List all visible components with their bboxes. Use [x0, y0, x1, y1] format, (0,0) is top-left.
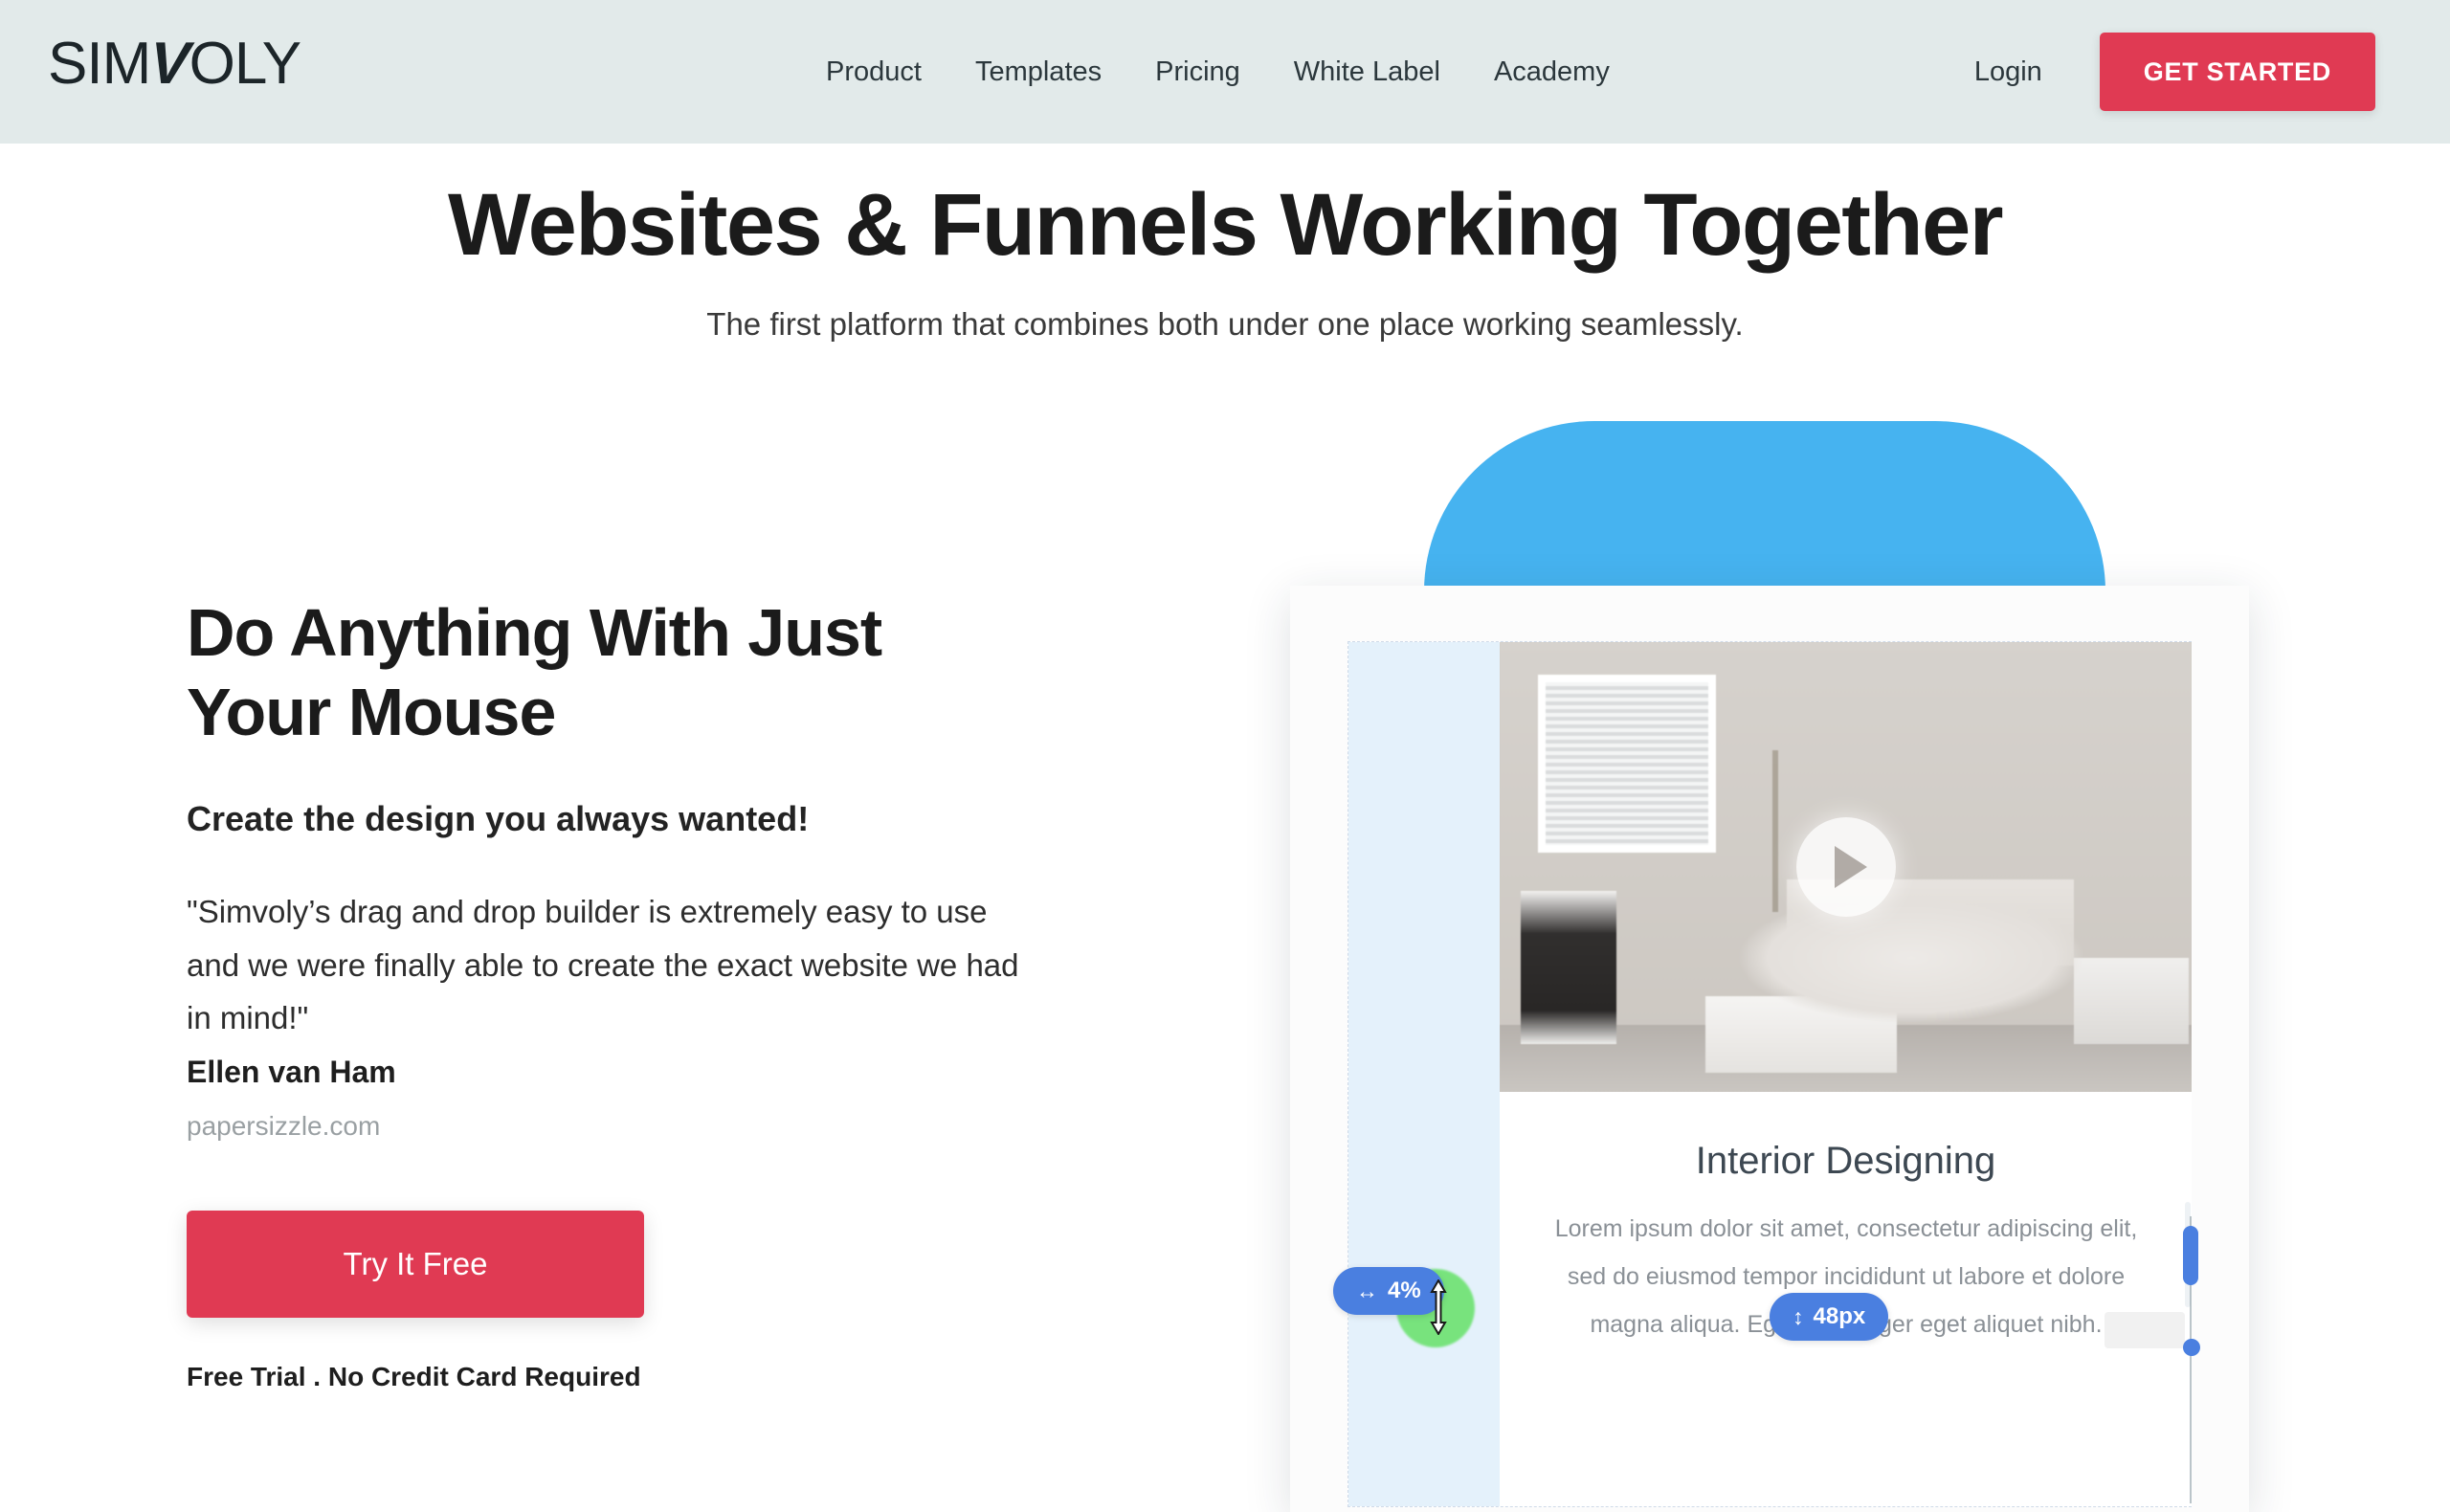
width-badge: ↔ 4% [1333, 1267, 1444, 1315]
main-navigation: Product Templates Pricing White Label Ac… [799, 0, 1637, 144]
site-header: SIM V OLY Product Templates Pricing White … [0, 0, 2450, 144]
right-anchor-dot[interactable] [2183, 1339, 2200, 1356]
height-badge: ↕ 48px [1770, 1293, 1889, 1341]
feature-tagline: Create the design you always wanted! [187, 799, 810, 839]
width-badge-value: 4% [1388, 1278, 1421, 1303]
testimonial-quote: "Simvoly’s drag and drop builder is extr… [187, 894, 1019, 1036]
get-started-button[interactable]: GET STARTED [2099, 33, 2375, 111]
page-subtitle: The first platform that combines both un… [706, 306, 1744, 342]
selected-column-strip[interactable] [1348, 642, 1500, 1506]
free-trial-note: Free Trial . No Credit Card Required [187, 1361, 641, 1391]
nav-item-pricing[interactable]: Pricing [1128, 56, 1267, 88]
vertical-resize-cursor-icon [1429, 1279, 1448, 1336]
testimonial-author: Ellen van Ham [187, 1054, 396, 1089]
logo-text-part3: OLY [189, 31, 301, 97]
login-link[interactable]: Login [1974, 56, 2042, 88]
content-block[interactable]: Interior Designing Lorem ipsum dolor sit… [1500, 642, 2192, 1506]
blue-dome-decoration [1424, 421, 2105, 591]
logo-text-part1: SIM [48, 31, 151, 97]
play-icon[interactable] [1795, 817, 1896, 917]
editor-canvas-card: Interior Designing Lorem ipsum dolor sit… [1290, 586, 2249, 1512]
site-logo[interactable]: SIM V OLY [48, 31, 301, 97]
right-ghost-chip [2105, 1312, 2185, 1348]
feature-heading: Do Anything With Just Your Mouse [187, 595, 882, 749]
arrows-horizontal-icon: ↔ [1356, 1278, 1378, 1303]
height-badge-value: 48px [1813, 1303, 1866, 1329]
editor-canvas[interactable]: Interior Designing Lorem ipsum dolor sit… [1333, 641, 2200, 1507]
nav-item-white-label[interactable]: White Label [1267, 56, 1467, 88]
right-resize-handle[interactable] [2183, 1226, 2198, 1285]
try-it-free-button[interactable]: Try It Free [187, 1210, 644, 1318]
feature-text-column: Do Anything With Just Your Mouse Create … [187, 593, 1105, 1392]
video-thumbnail[interactable] [1500, 642, 2192, 1092]
arrows-vertical-icon: ↕ [1793, 1303, 1804, 1329]
page-title: Websites & Funnels Working Together [447, 176, 2004, 274]
testimonial-website: papersizzle.com [187, 1110, 381, 1141]
builder-preview: Interior Designing Lorem ipsum dolor sit… [1282, 421, 2316, 1512]
nav-item-product[interactable]: Product [799, 56, 948, 88]
block-heading: Interior Designing [1695, 1140, 1996, 1182]
nav-item-templates[interactable]: Templates [948, 56, 1128, 88]
header-actions: Login GET STARTED [1974, 0, 2375, 144]
nav-item-academy[interactable]: Academy [1467, 56, 1637, 88]
